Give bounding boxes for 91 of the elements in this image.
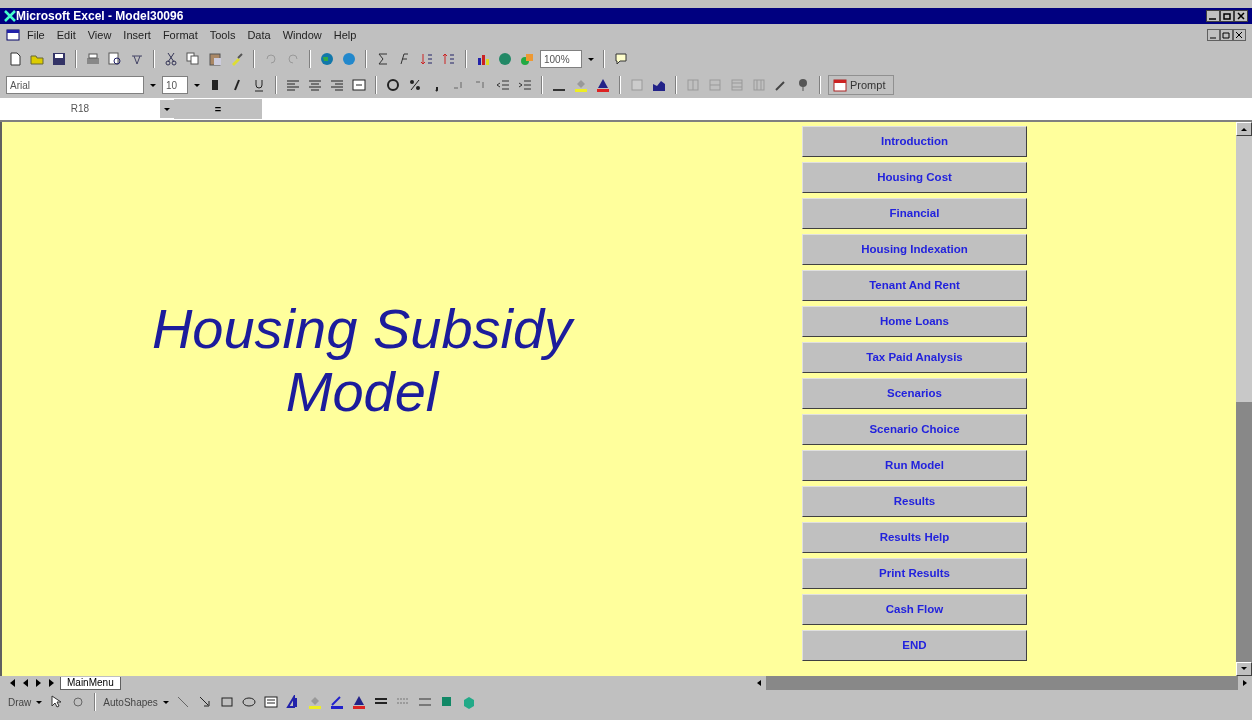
macro-button[interactable]: Home Loans xyxy=(802,306,1027,337)
font-color-icon[interactable] xyxy=(596,78,610,92)
percent-icon[interactable] xyxy=(408,78,422,92)
pin-icon[interactable] xyxy=(796,78,810,92)
last-sheet-icon[interactable] xyxy=(47,678,56,688)
macro-button[interactable]: Print Results xyxy=(802,558,1027,589)
scroll-thumb[interactable] xyxy=(1236,402,1252,662)
restore-icon[interactable] xyxy=(1220,29,1233,41)
sort-descending-icon[interactable] xyxy=(442,52,456,66)
decrease-indent-icon[interactable] xyxy=(496,78,510,92)
sheet-heading: Housing Subsidy Model xyxy=(150,298,576,424)
macro-button[interactable]: END xyxy=(802,630,1027,661)
minimize-icon[interactable] xyxy=(1207,29,1220,41)
menu-item[interactable]: Format xyxy=(157,26,203,44)
menu-item[interactable]: Tools xyxy=(204,26,241,44)
sort-ascending-icon[interactable] xyxy=(420,52,434,66)
line-icon[interactable] xyxy=(175,695,190,709)
excel-logo-icon xyxy=(4,9,16,23)
scroll-down-button[interactable] xyxy=(1236,662,1252,676)
new-document-icon[interactable] xyxy=(8,52,22,66)
fill-color-icon[interactable] xyxy=(574,78,588,92)
menu-item[interactable]: Data xyxy=(242,26,276,44)
calendar-icon xyxy=(833,78,847,92)
close-icon[interactable] xyxy=(1234,10,1248,22)
font-size-field[interactable]: 10 xyxy=(162,76,188,94)
merge-cells-icon[interactable] xyxy=(352,78,366,92)
macro-button[interactable]: Results xyxy=(802,486,1027,517)
close-icon[interactable] xyxy=(1233,29,1246,41)
align-right-icon[interactable] xyxy=(330,78,344,92)
menu-item[interactable]: Insert xyxy=(118,26,156,44)
sheet-tab[interactable]: MainMenu xyxy=(60,676,121,690)
zoom-field[interactable]: 100% xyxy=(540,50,582,68)
area-chart-icon[interactable] xyxy=(652,78,666,92)
brush-icon[interactable] xyxy=(230,52,244,66)
align-center-icon[interactable] xyxy=(308,78,322,92)
next-sheet-icon[interactable] xyxy=(34,678,43,688)
font-color-icon[interactable] xyxy=(351,695,366,709)
scissors-icon[interactable] xyxy=(164,52,178,66)
macro-button[interactable]: Tenant And Rent xyxy=(802,270,1027,301)
up-arrow-icon xyxy=(1240,126,1248,132)
horizontal-scrollbar[interactable] xyxy=(752,676,1252,690)
dropdown-arrow-icon[interactable] xyxy=(161,698,170,706)
line-color-icon[interactable] xyxy=(329,695,344,709)
scroll-up-button[interactable] xyxy=(1236,122,1252,136)
macro-button[interactable]: Housing Cost xyxy=(802,162,1027,193)
clipboard-icon[interactable] xyxy=(208,52,222,66)
sigma-icon[interactable] xyxy=(376,52,390,66)
increase-indent-icon[interactable] xyxy=(518,78,532,92)
macro-button[interactable]: Scenario Choice xyxy=(802,414,1027,445)
minimize-icon[interactable] xyxy=(1206,10,1220,22)
menu-item[interactable]: Window xyxy=(277,26,327,44)
macro-button[interactable]: Run Model xyxy=(802,450,1027,481)
restore-icon[interactable] xyxy=(1220,10,1234,22)
text-box-icon[interactable] xyxy=(263,695,278,709)
macro-button[interactable]: Introduction xyxy=(802,126,1027,157)
office-assistant-icon[interactable] xyxy=(614,52,628,66)
prompt-button[interactable]: Prompt xyxy=(828,75,895,95)
previous-sheet-icon[interactable] xyxy=(21,678,30,688)
workbook-icon[interactable] xyxy=(6,28,20,42)
save-icon[interactable] xyxy=(52,52,66,66)
align-left-icon[interactable] xyxy=(286,78,300,92)
folder-icon[interactable] xyxy=(30,52,44,66)
wordart-icon[interactable] xyxy=(285,695,300,709)
down-arrow-icon xyxy=(1240,666,1248,672)
bar-chart-icon[interactable] xyxy=(476,52,490,66)
arrow-icon[interactable] xyxy=(197,695,212,709)
first-sheet-icon[interactable] xyxy=(8,678,17,688)
macro-button[interactable]: Housing Indexation xyxy=(802,234,1027,265)
macro-button[interactable]: Results Help xyxy=(802,522,1027,553)
macro-button[interactable]: Cash Flow xyxy=(802,594,1027,625)
pointer-icon[interactable] xyxy=(49,695,64,709)
window-title: Microsoft Excel - Model30096 xyxy=(16,8,185,25)
copy-icon[interactable] xyxy=(186,52,200,66)
menu-item[interactable]: File xyxy=(22,26,50,44)
oval-icon[interactable] xyxy=(241,695,256,709)
autoshapes-menu[interactable]: AutoShapes xyxy=(103,694,158,710)
draw-menu[interactable]: Draw xyxy=(8,694,32,710)
dropdown-arrow-icon[interactable] xyxy=(35,698,44,706)
rectangle-icon[interactable] xyxy=(219,695,234,709)
printer-icon[interactable] xyxy=(86,52,100,66)
menu-item[interactable]: View xyxy=(82,26,117,44)
macro-button[interactable]: Financial xyxy=(802,198,1027,229)
menu-item[interactable]: Help xyxy=(328,26,362,44)
magnifier-icon[interactable] xyxy=(108,52,122,66)
edit-formula-button[interactable]: = xyxy=(174,99,262,119)
underline-icon[interactable] xyxy=(252,78,266,92)
fill-color-icon[interactable] xyxy=(307,695,322,709)
menu-item[interactable]: Edit xyxy=(51,26,81,44)
macro-button[interactable]: Scenarios xyxy=(802,378,1027,409)
font-field[interactable]: Arial xyxy=(6,76,144,94)
macro-button[interactable]: Tax Paid Analysis xyxy=(802,342,1027,373)
